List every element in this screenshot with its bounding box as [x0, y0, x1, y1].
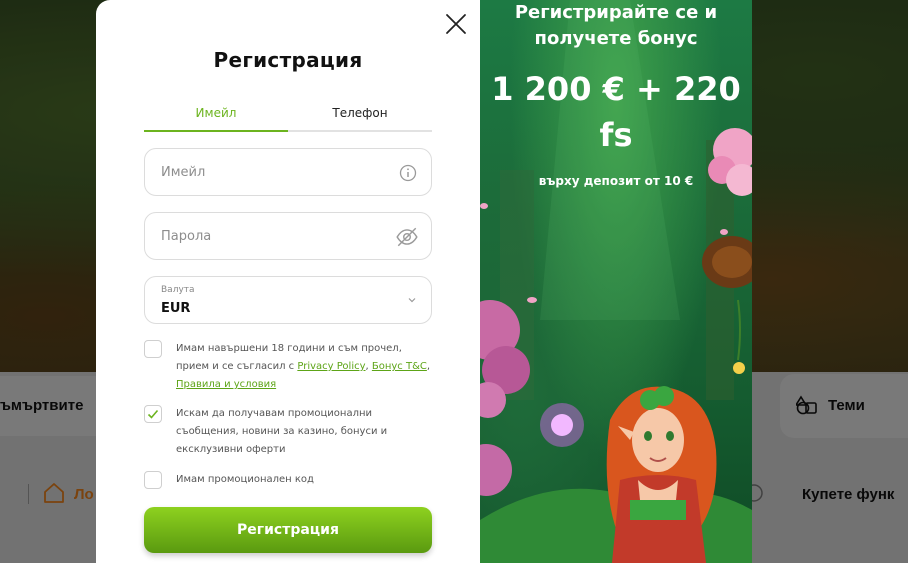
chevron-down-icon — [408, 298, 416, 303]
tab-phone[interactable]: Телефон — [288, 100, 432, 130]
modal-title: Регистрация — [213, 48, 363, 72]
terms-conditions-link[interactable]: Правила и условия — [176, 379, 276, 390]
close-icon[interactable] — [444, 12, 468, 36]
promo-consent-text: Искам да получавам промоционални съобщен… — [176, 408, 388, 455]
registration-form-panel: Регистрация Имейл Телефон Валута EUR — [96, 0, 480, 563]
bonus-amount-line1: 1 200 € + 220 — [491, 70, 741, 108]
promo-code-row: Имам промоционален код — [144, 471, 432, 489]
bonus-promo-panel: Регистрирайте се и получете бонус 1 200 … — [480, 0, 752, 563]
email-input[interactable] — [161, 161, 381, 183]
register-button[interactable]: Регистрация — [144, 507, 432, 553]
promo-consent-row: Искам да получавам промоционални съобщен… — [144, 405, 432, 459]
password-field — [144, 212, 432, 260]
bonus-amount: 1 200 € + 220 fs — [480, 66, 752, 158]
checkmark-icon — [147, 409, 159, 419]
age-consent-separator-2: , — [426, 361, 431, 372]
bonus-amount-line2: fs — [599, 116, 633, 154]
promo-headline-line1: Регистрирайте се и — [514, 2, 718, 23]
tab-email[interactable]: Имейл — [144, 100, 288, 132]
password-input[interactable] — [161, 225, 381, 247]
currency-label: Валута — [161, 285, 195, 295]
eye-off-icon[interactable] — [395, 225, 419, 249]
promo-headline-line2: получете бонус — [534, 28, 698, 49]
age-consent-checkbox[interactable] — [144, 340, 162, 358]
info-icon[interactable] — [397, 162, 419, 184]
age-consent-row: Имам навършени 18 години и съм прочел, п… — [144, 340, 432, 394]
currency-value: EUR — [161, 301, 191, 316]
email-field — [144, 148, 432, 196]
registration-modal: Регистрация Имейл Телефон Валута EUR — [96, 0, 752, 563]
bonus-deposit-condition: върху депозит от 10 € — [538, 174, 694, 188]
promo-code-checkbox[interactable] — [144, 471, 162, 489]
promo-code-text: Имам промоционален код — [176, 474, 314, 485]
currency-select[interactable]: Валута EUR — [144, 276, 432, 324]
age-consent-text: Имам навършени 18 години и съм прочел, п… — [176, 340, 432, 394]
privacy-policy-link[interactable]: Privacy Policy — [297, 361, 365, 372]
registration-tabs: Имейл Телефон — [144, 100, 432, 132]
promo-headline: Регистрирайте се и получете бонус — [480, 0, 752, 52]
bonus-terms-link[interactable]: Бонус T&C — [372, 361, 427, 372]
promo-consent-checkbox[interactable] — [144, 405, 162, 423]
